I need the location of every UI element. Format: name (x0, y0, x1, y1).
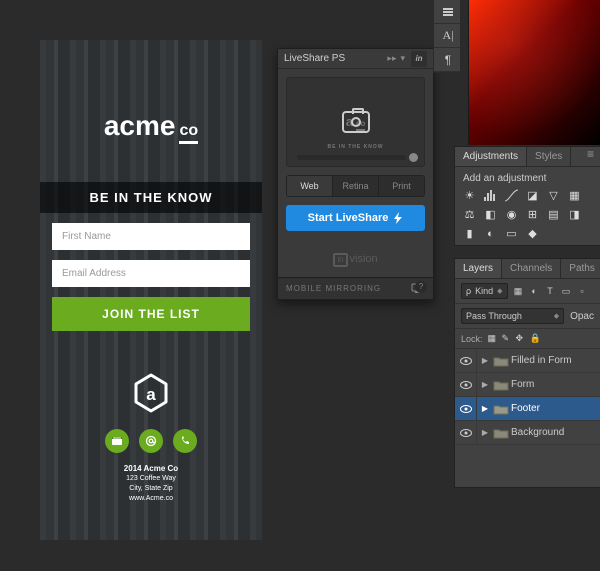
disclosure-triangle-icon[interactable]: ▶ (477, 428, 493, 437)
curves-icon[interactable] (503, 188, 520, 203)
filter-pixel-icon[interactable]: ▦ (512, 285, 525, 298)
minimize-icon[interactable]: ▾ (400, 53, 405, 64)
liveshare-panel: LiveShare PS ▸▸ ▾ in aco BE IN THE KNOW … (277, 48, 434, 300)
liveshare-title: LiveShare PS (284, 53, 383, 64)
collapse-chevron-icon[interactable]: ▸▸ (387, 53, 396, 64)
mobile-mirroring-row[interactable]: MOBILE MIRRORING (278, 277, 433, 299)
footer-text: 2014 Acme Co 123 Coffee Way City, State … (124, 463, 178, 504)
color-picker-swatch[interactable] (468, 0, 600, 145)
liveshare-header[interactable]: LiveShare PS ▸▸ ▾ in (278, 49, 433, 69)
visibility-toggle-icon[interactable] (455, 421, 477, 444)
adjustments-panel: Adjustments Styles ≡ Add an adjustment ☀… (454, 146, 600, 246)
exposure-icon[interactable]: ◪ (524, 188, 541, 203)
invision-badge-icon[interactable]: in (411, 51, 427, 67)
tab-retina[interactable]: Retina (333, 176, 379, 196)
phone-icon[interactable] (173, 429, 197, 453)
preview-thumbnail: aco BE IN THE KNOW (286, 77, 425, 167)
color-balance-icon[interactable]: ⚖ (461, 207, 478, 222)
lightning-icon (393, 212, 403, 224)
brightness-contrast-icon[interactable]: ☀ (461, 188, 478, 203)
filter-smart-icon[interactable]: ▫ (576, 285, 589, 298)
tab-layers[interactable]: Layers (455, 259, 502, 278)
layer-row[interactable]: ▶ Footer (455, 397, 600, 421)
vibrance-icon[interactable]: ▽ (545, 188, 562, 203)
tab-paths[interactable]: Paths (561, 259, 600, 278)
filter-kind-select[interactable]: ρ Kind ◆ (461, 283, 508, 299)
adjustment-icons: ☀ ◪ ▽ ▦ ⚖ ◧ ◉ ⊞ ▤ ◨ ▮ ◐ ▭ ◆ (455, 186, 600, 243)
disclosure-triangle-icon[interactable]: ▶ (477, 380, 493, 389)
resolution-tabs: Web Retina Print (286, 175, 425, 197)
filter-adjust-icon[interactable]: ◐ (528, 285, 541, 298)
help-button[interactable]: ? (415, 281, 427, 293)
svg-text:a: a (146, 385, 156, 404)
filter-type-icon[interactable]: T (544, 285, 557, 298)
posterize-icon[interactable]: ▮ (461, 226, 478, 241)
tool-slot[interactable] (434, 0, 462, 24)
tab-channels[interactable]: Channels (502, 259, 561, 278)
lock-pixels-icon[interactable]: ✎ (502, 333, 513, 344)
lock-transparent-icon[interactable]: ▦ (488, 333, 499, 344)
film-icon[interactable] (105, 429, 129, 453)
character-panel-icon[interactable]: A| (434, 24, 462, 48)
lock-position-icon[interactable]: ✥ (516, 333, 527, 344)
visibility-toggle-icon[interactable] (455, 373, 477, 396)
brand-logo-text: acmeco (104, 110, 198, 144)
threshold-icon[interactable]: ◐ (482, 226, 499, 241)
folder-icon (493, 355, 509, 367)
bw-icon[interactable]: ◧ (482, 207, 499, 222)
lock-all-icon[interactable]: 🔒 (530, 333, 541, 344)
visibility-toggle-icon[interactable] (455, 397, 477, 420)
disclosure-triangle-icon[interactable]: ▶ (477, 404, 493, 413)
disclosure-triangle-icon[interactable]: ▶ (477, 356, 493, 365)
layer-row[interactable]: ▶ Filled in Form (455, 349, 600, 373)
at-sign-icon[interactable] (139, 429, 163, 453)
layer-row[interactable]: ▶ Background (455, 421, 600, 445)
layer-row[interactable]: ▶ Form (455, 373, 600, 397)
tab-web[interactable]: Web (287, 176, 333, 196)
tab-print[interactable]: Print (379, 176, 424, 196)
invision-logo: invision (286, 253, 425, 267)
zoom-slider-knob[interactable] (409, 153, 418, 162)
hexagon-logo-icon: a (133, 373, 169, 413)
join-list-button[interactable]: JOIN THE LIST (52, 297, 250, 331)
tab-styles[interactable]: Styles (527, 147, 571, 166)
filter-shape-icon[interactable]: ▭ (560, 285, 573, 298)
levels-icon[interactable] (482, 188, 499, 203)
folder-icon (493, 379, 509, 391)
camera-capture-button[interactable] (342, 111, 370, 133)
gradient-map-icon[interactable]: ▭ (503, 226, 520, 241)
blend-mode-select[interactable]: Pass Through◆ (461, 308, 564, 324)
vertical-type-toolbar: A| ¶ (433, 0, 461, 73)
add-adjustment-label: Add an adjustment (455, 167, 600, 186)
opacity-label: Opac (570, 311, 594, 322)
tab-adjustments[interactable]: Adjustments (455, 147, 527, 166)
contact-icons-row (105, 429, 197, 453)
email-field[interactable]: Email Address (52, 260, 250, 287)
color-lookup-icon[interactable]: ▤ (545, 207, 562, 222)
design-canvas-mockup: acmeco BE IN THE KNOW First Name Email A… (40, 40, 262, 540)
selective-color-icon[interactable]: ◆ (524, 226, 541, 241)
photo-filter-icon[interactable]: ◉ (503, 207, 520, 222)
zoom-slider-track[interactable] (297, 155, 406, 160)
folder-icon (493, 427, 509, 439)
hue-sat-icon[interactable]: ▦ (566, 188, 583, 203)
paragraph-panel-icon[interactable]: ¶ (434, 48, 462, 72)
first-name-field[interactable]: First Name (52, 223, 250, 250)
visibility-toggle-icon[interactable] (455, 349, 477, 372)
tagline-bar: BE IN THE KNOW (40, 182, 262, 213)
layer-list: ▶ Filled in Form ▶ Form ▶ Footer ▶ Backg… (455, 349, 600, 445)
lock-label: Lock: (461, 334, 483, 344)
folder-icon (493, 403, 509, 415)
channel-mixer-icon[interactable]: ⊞ (524, 207, 541, 222)
panel-menu-icon[interactable]: ≡ (581, 147, 600, 166)
invert-icon[interactable]: ◨ (566, 207, 583, 222)
start-liveshare-button[interactable]: Start LiveShare (286, 205, 425, 231)
layers-panel: Layers Channels Paths ≡ ρ Kind ◆ ▦ ◐ T ▭… (454, 258, 600, 488)
